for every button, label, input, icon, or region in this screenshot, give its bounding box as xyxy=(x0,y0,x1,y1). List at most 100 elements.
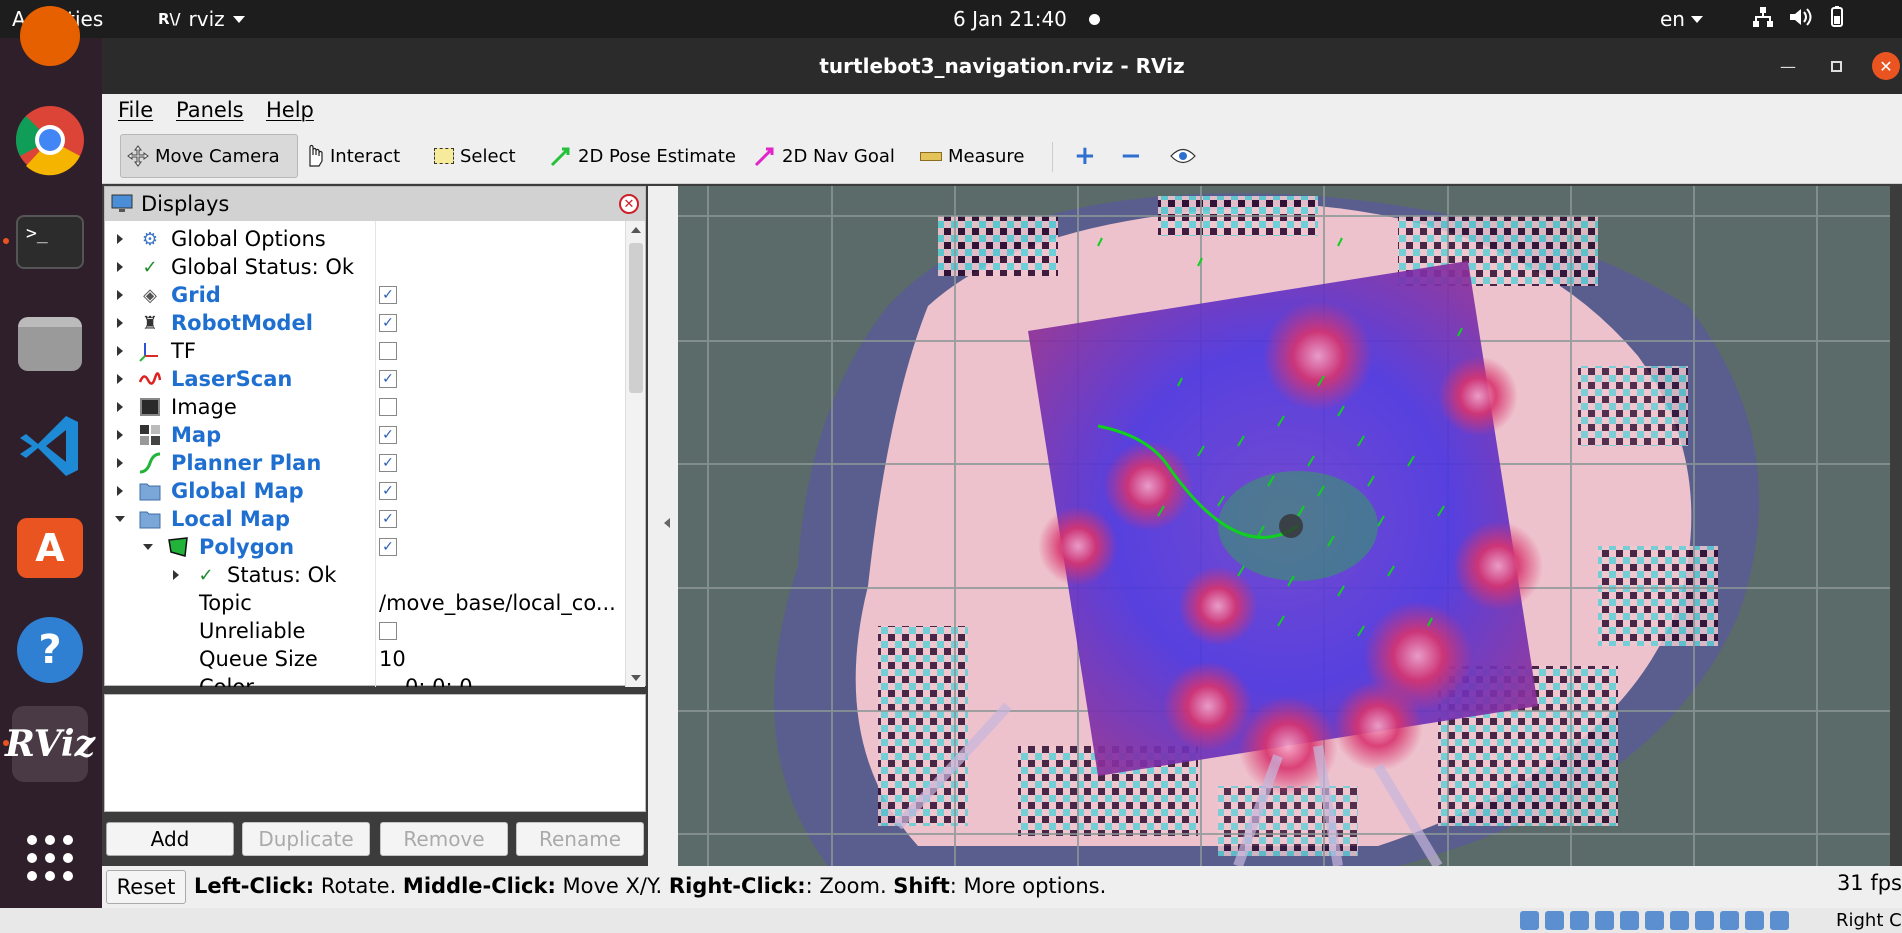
enable-checkbox[interactable]: ✓ xyxy=(379,286,397,304)
tree-row-global-map[interactable]: Global Map ✓ xyxy=(105,477,625,505)
tree-row-queue-size[interactable]: Queue Size 10 xyxy=(105,645,625,673)
expand-arrow-icon[interactable] xyxy=(117,234,123,244)
hint-middle-click: Middle-Click: xyxy=(402,874,556,898)
queue-size-value[interactable]: 10 xyxy=(379,647,406,671)
language-selector[interactable]: en xyxy=(1660,7,1703,31)
app-menu[interactable]: R\/ rviz xyxy=(158,7,245,31)
show-applications-icon[interactable] xyxy=(12,820,88,896)
network-adapter-icon[interactable] xyxy=(1595,911,1614,930)
status-bar: Reset Left-Click: Rotate. Middle-Click: … xyxy=(102,866,1902,908)
scroll-up-icon[interactable] xyxy=(631,227,641,233)
tree-row-global-options[interactable]: ⚙ Global Options xyxy=(105,225,625,253)
select-tool[interactable]: Select xyxy=(428,134,522,178)
keyboard-capture-icon[interactable] xyxy=(1770,911,1789,930)
enable-checkbox[interactable]: ✓ xyxy=(379,426,397,444)
enable-checkbox[interactable]: ✓ xyxy=(379,370,397,388)
unreliable-checkbox[interactable] xyxy=(379,622,397,640)
enable-checkbox[interactable] xyxy=(379,342,397,360)
move-camera-tool[interactable]: Move Camera xyxy=(120,134,298,178)
tree-row-image[interactable]: Image xyxy=(105,393,625,421)
expand-arrow-icon[interactable] xyxy=(117,290,123,300)
help-icon[interactable]: ? xyxy=(12,612,88,688)
shared-folder-icon[interactable] xyxy=(1645,911,1664,930)
expand-arrow-icon[interactable] xyxy=(117,374,123,384)
terminal-icon[interactable]: >_ xyxy=(3,204,88,280)
window-titlebar[interactable]: turtlebot3_navigation.rviz - RViz — ✕ xyxy=(102,38,1902,94)
scroll-down-icon[interactable] xyxy=(631,675,641,681)
expand-arrow-icon[interactable] xyxy=(117,430,123,440)
collapse-arrow-icon[interactable] xyxy=(143,544,153,550)
remove-display-button[interactable]: Remove xyxy=(380,822,508,856)
tree-row-local-map[interactable]: Local Map ✓ xyxy=(105,505,625,533)
tree-row-topic[interactable]: Topic /move_base/local_co... xyxy=(105,589,625,617)
scrollbar-thumb[interactable] xyxy=(629,243,643,393)
tree-row-polygon[interactable]: Polygon ✓ xyxy=(105,533,625,561)
reset-button[interactable]: Reset xyxy=(106,870,186,904)
menu-help[interactable]: Help xyxy=(266,98,314,122)
expand-arrow-icon[interactable] xyxy=(117,486,123,496)
tree-row-planner-plan[interactable]: Planner Plan ✓ xyxy=(105,449,625,477)
enable-checkbox[interactable]: ✓ xyxy=(379,538,397,556)
close-button[interactable]: ✕ xyxy=(1872,52,1900,80)
enable-checkbox[interactable]: ✓ xyxy=(379,482,397,500)
tree-row-map[interactable]: Map ✓ xyxy=(105,421,625,449)
menu-panels[interactable]: Panels xyxy=(176,98,244,122)
expand-arrow-icon[interactable] xyxy=(173,570,179,580)
add-tool-button[interactable]: + xyxy=(1068,134,1102,178)
firefox-icon[interactable] xyxy=(12,0,88,74)
collapse-left-icon[interactable] xyxy=(664,518,670,528)
maximize-button[interactable] xyxy=(1822,52,1850,80)
displays-scrollbar[interactable] xyxy=(625,221,645,687)
display-icon[interactable] xyxy=(1670,911,1689,930)
add-display-button[interactable]: Add xyxy=(106,822,234,856)
expand-arrow-icon[interactable] xyxy=(117,402,123,412)
software-center-icon[interactable]: A xyxy=(12,510,88,586)
enable-checkbox[interactable]: ✓ xyxy=(379,454,397,472)
remove-tool-button[interactable]: − xyxy=(1114,134,1148,178)
usb-icon[interactable] xyxy=(1620,911,1639,930)
color-value[interactable]: 0; 0; 0 xyxy=(405,675,473,687)
files-icon[interactable] xyxy=(12,306,88,382)
app-menu-label: rviz xyxy=(188,7,225,31)
nav-goal-tool[interactable]: 2D Nav Goal xyxy=(748,134,901,178)
chrome-icon[interactable] xyxy=(12,102,88,178)
tree-row-tf[interactable]: TF xyxy=(105,337,625,365)
tree-row-global-status[interactable]: ✓ Global Status: Ok xyxy=(105,253,625,281)
expand-arrow-icon[interactable] xyxy=(117,318,123,328)
recording-icon[interactable] xyxy=(1695,911,1714,930)
expand-arrow-icon[interactable] xyxy=(117,346,123,356)
close-panel-button[interactable]: ✕ xyxy=(619,194,639,214)
rviz-dock-icon[interactable]: RViz xyxy=(3,706,95,782)
system-tray[interactable] xyxy=(1752,6,1852,28)
enable-checkbox[interactable] xyxy=(379,398,397,416)
audio-icon[interactable] xyxy=(1570,911,1589,930)
expand-arrow-icon[interactable] xyxy=(117,262,123,272)
measure-tool[interactable]: Measure xyxy=(914,134,1031,178)
topic-value[interactable]: /move_base/local_co... xyxy=(379,591,616,615)
vscode-icon[interactable] xyxy=(12,408,88,484)
cpu-icon[interactable] xyxy=(1720,911,1739,930)
tree-row-color[interactable]: Color 0; 0; 0 xyxy=(105,673,625,687)
tree-row-unreliable[interactable]: Unreliable xyxy=(105,617,625,645)
minimize-button[interactable]: — xyxy=(1774,52,1802,80)
rename-display-button[interactable]: Rename xyxy=(516,822,644,856)
duplicate-display-button[interactable]: Duplicate xyxy=(242,822,370,856)
tree-row-polygon-status[interactable]: ✓ Status: Ok xyxy=(105,561,625,589)
clock[interactable]: 6 Jan 21:40 xyxy=(953,7,1067,31)
tree-row-grid[interactable]: ◈ Grid ✓ xyxy=(105,281,625,309)
harddisk-icon[interactable] xyxy=(1520,911,1539,930)
panel-splitter[interactable] xyxy=(648,186,678,866)
enable-checkbox[interactable]: ✓ xyxy=(379,314,397,332)
collapse-arrow-icon[interactable] xyxy=(115,516,125,522)
optical-drive-icon[interactable] xyxy=(1545,911,1564,930)
tree-row-robotmodel[interactable]: ♜ RobotModel ✓ xyxy=(105,309,625,337)
mouse-integration-icon[interactable] xyxy=(1745,911,1764,930)
views-button[interactable] xyxy=(1164,134,1202,178)
menu-file[interactable]: File xyxy=(118,98,153,122)
enable-checkbox[interactable]: ✓ xyxy=(379,510,397,528)
tree-row-laserscan[interactable]: LaserScan ✓ xyxy=(105,365,625,393)
interact-tool[interactable]: Interact xyxy=(298,134,406,178)
expand-arrow-icon[interactable] xyxy=(117,458,123,468)
render-3d-view[interactable] xyxy=(678,186,1890,866)
pose-estimate-tool[interactable]: 2D Pose Estimate xyxy=(544,134,742,178)
